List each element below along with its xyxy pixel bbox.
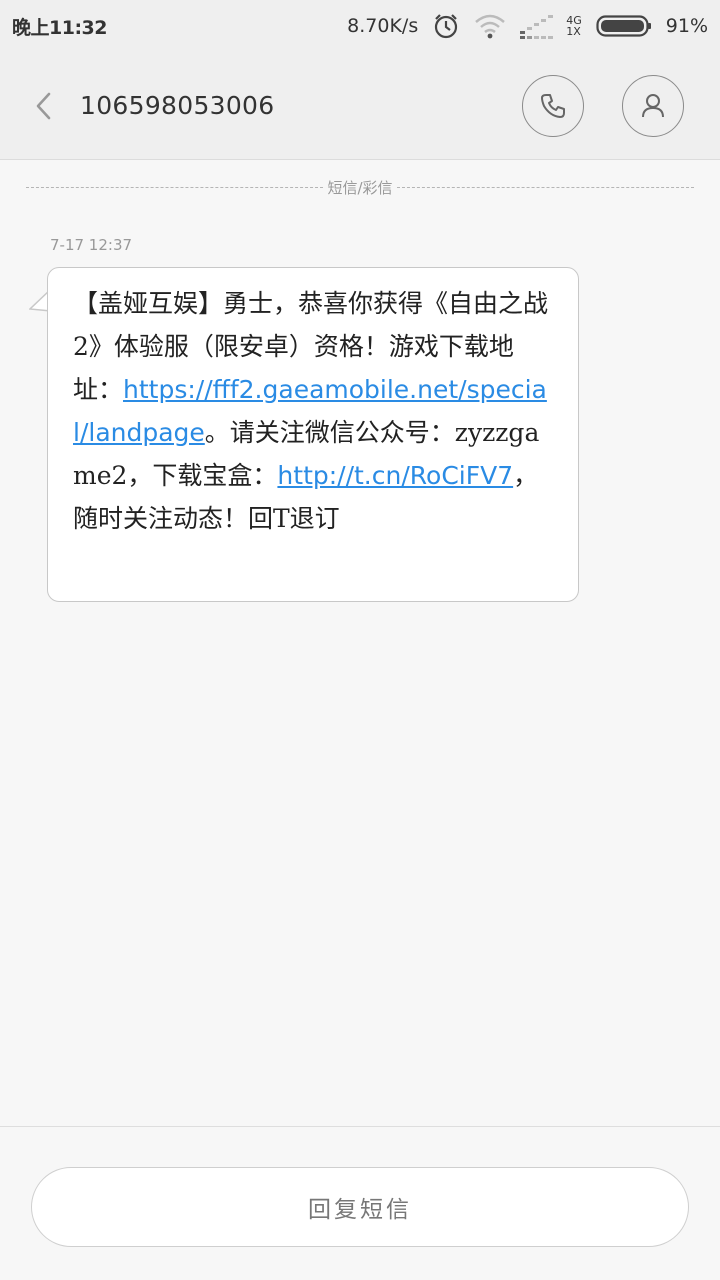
network-speed: 8.70K/s [347,15,419,37]
short-link[interactable]: http://t.cn/RoCiFV7 [277,461,513,490]
phone-icon [541,93,565,118]
status-indicators: 8.70K/s 4G 1X 91% [347,12,708,40]
back-button[interactable] [24,86,64,126]
person-icon [642,93,664,117]
contact-details-button[interactable] [622,74,684,137]
conversation-header: 106598053006 [0,52,720,160]
reply-button[interactable]: 回复短信 [31,1167,689,1247]
contact-number: 106598053006 [80,91,275,120]
battery-percentage: 91% [665,15,708,37]
divider-line-left [26,186,324,188]
chevron-left-icon [36,92,51,119]
alarm-icon [432,12,460,40]
message-bubble[interactable]: 【盖娅互娱】勇士，恭喜你获得《自由之战2》体验服（限安卓）资格！游戏下载地址：h… [47,267,579,602]
status-time: 晚上11:32 [12,16,107,39]
divider-label: 短信/彩信 [327,178,393,197]
divider-line-right [396,186,694,188]
reply-bar: 回复短信 [0,1126,720,1280]
call-button[interactable] [522,74,584,137]
battery-icon [596,14,652,38]
status-bar: 晚上11:32 8.70K/s 4G 1X 91% [0,0,720,52]
message-type-divider: 短信/彩信 [26,176,694,198]
header-actions [522,74,684,137]
message-timestamp: 7-17 12:37 [50,236,133,254]
network-type-bottom: 1X [566,25,581,38]
signal-icon [520,13,560,39]
network-type: 4G 1X [566,15,582,37]
wifi-icon [474,13,506,39]
